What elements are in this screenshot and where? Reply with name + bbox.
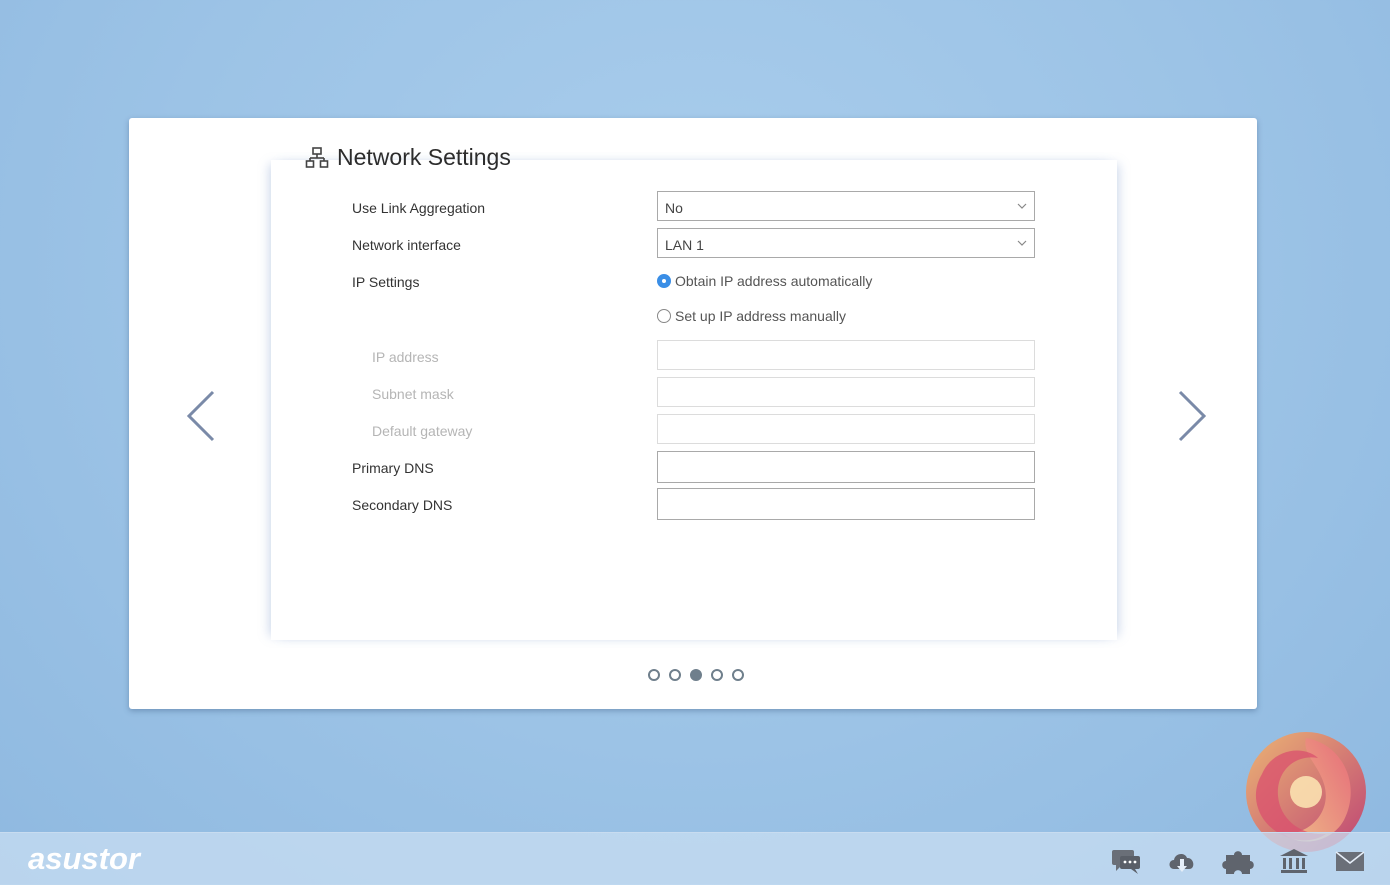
page-dot-5[interactable] [732, 669, 744, 681]
radio-label-manual: Set up IP address manually [675, 308, 846, 324]
mail-icon[interactable] [1334, 847, 1366, 875]
chat-icon[interactable] [1110, 847, 1142, 875]
network-icon [305, 146, 329, 168]
chevron-down-icon [1017, 240, 1027, 246]
secondary-dns-field[interactable] [657, 488, 1035, 520]
taskbar: asustor [0, 832, 1390, 885]
page-dot-1[interactable] [648, 669, 660, 681]
radio-button-selected[interactable] [657, 274, 671, 288]
cloud-download-icon[interactable] [1166, 847, 1198, 875]
page-header: Network Settings [305, 144, 511, 171]
radio-setup-ip-manual[interactable]: Set up IP address manually [657, 308, 846, 324]
page-dot-2[interactable] [669, 669, 681, 681]
network-interface-select[interactable]: LAN 1 [657, 228, 1035, 258]
network-interface-label: Network interface [352, 237, 461, 253]
default-gateway-field[interactable] [657, 414, 1035, 444]
brand-logo: asustor [28, 841, 140, 876]
ip-settings-label: IP Settings [352, 274, 420, 290]
link-aggregation-select[interactable]: No [657, 191, 1035, 221]
ip-address-label: IP address [372, 349, 439, 365]
next-arrow-icon[interactable] [1174, 388, 1208, 444]
previous-arrow-icon[interactable] [185, 388, 219, 444]
default-gateway-label: Default gateway [372, 423, 473, 439]
secondary-dns-label: Secondary DNS [352, 497, 453, 513]
chevron-down-icon [1017, 203, 1027, 209]
pagination-dots [648, 669, 753, 681]
page-dot-3-active[interactable] [690, 669, 702, 681]
link-aggregation-label: Use Link Aggregation [352, 200, 486, 216]
primary-dns-field[interactable] [657, 451, 1035, 483]
bank-icon[interactable] [1278, 847, 1310, 875]
radio-label-auto: Obtain IP address automatically [675, 273, 873, 289]
radio-obtain-ip-auto[interactable]: Obtain IP address automatically [657, 273, 872, 289]
setup-wizard-panel: Network Settings Use Link Aggregation No… [129, 118, 1257, 709]
network-interface-value: LAN 1 [665, 237, 704, 253]
subnet-mask-label: Subnet mask [372, 386, 454, 402]
subnet-mask-field[interactable] [657, 377, 1035, 407]
page-title: Network Settings [337, 144, 511, 170]
radio-button[interactable] [657, 309, 671, 323]
ip-address-field[interactable] [657, 340, 1035, 370]
link-aggregation-value: No [665, 200, 683, 216]
page-dot-4[interactable] [711, 669, 723, 681]
primary-dns-label: Primary DNS [352, 460, 434, 476]
plugin-icon[interactable] [1222, 847, 1254, 875]
